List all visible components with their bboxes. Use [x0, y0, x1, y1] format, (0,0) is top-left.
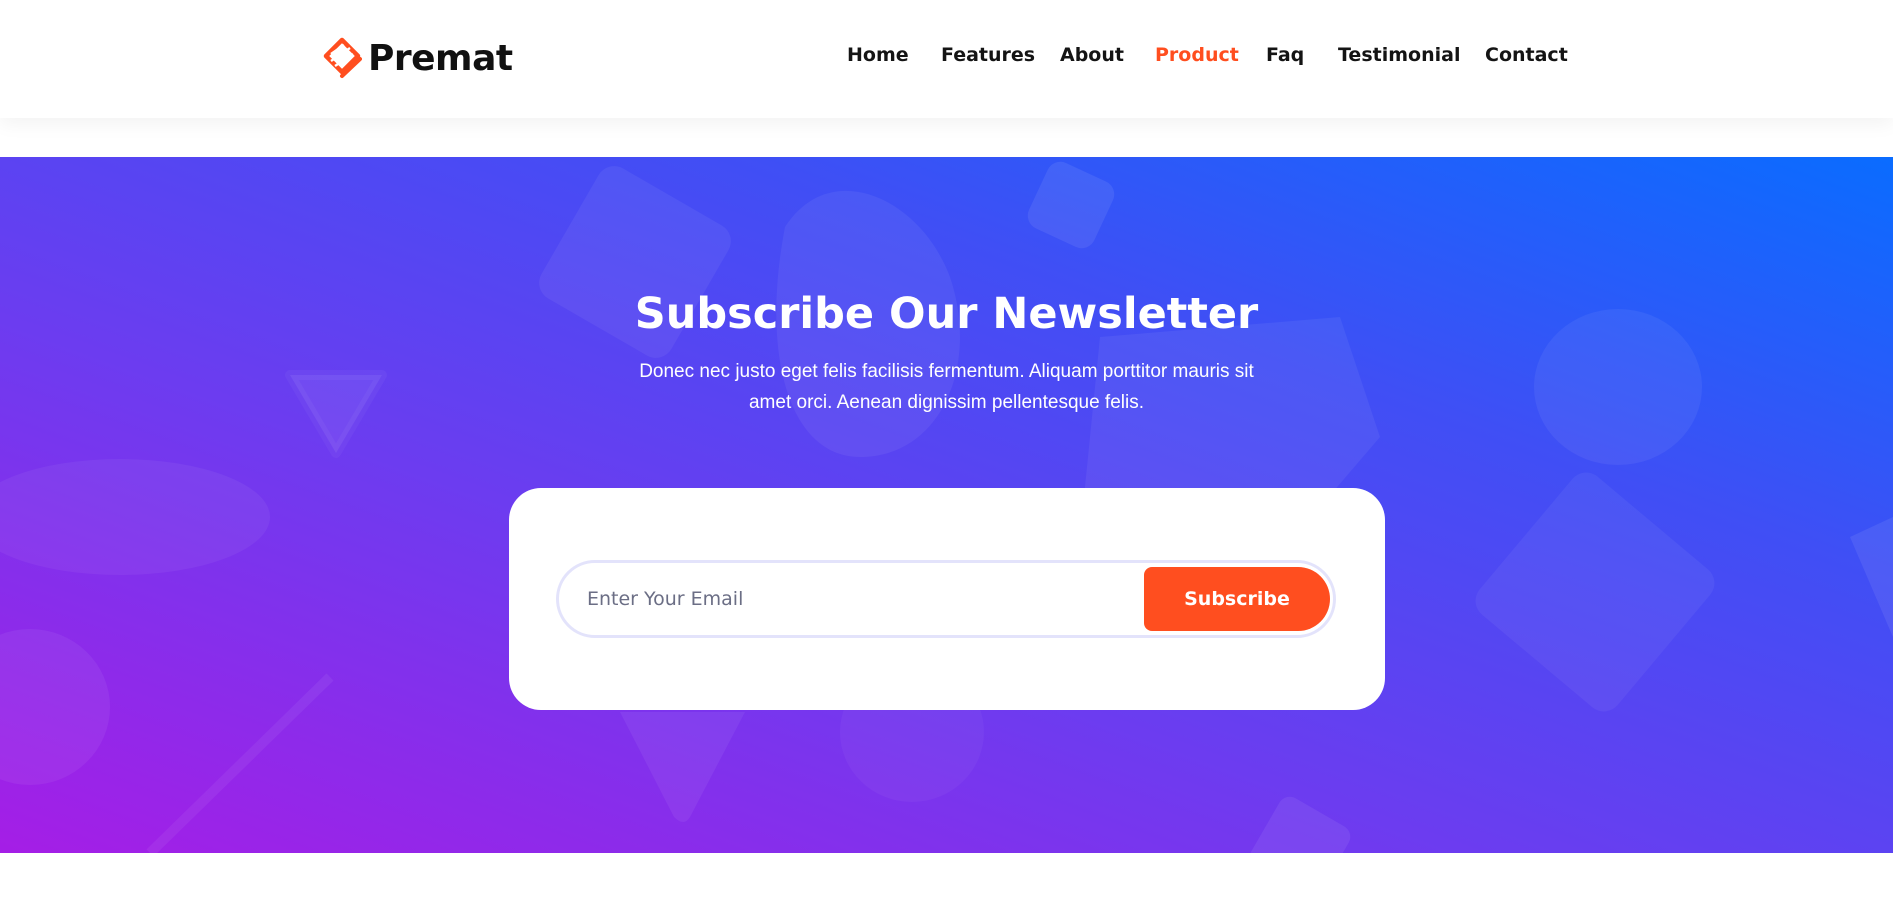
bg-shape-bottom-circle [0, 629, 110, 785]
bg-shape-small-square [1027, 161, 1115, 249]
nav-item-about[interactable]: About [1060, 44, 1124, 66]
nav-item-product[interactable]: Product [1155, 44, 1239, 66]
subscribe-button[interactable]: Subscribe [1144, 567, 1330, 631]
site-header: Premat Home Features About Product Faq T… [0, 0, 1893, 118]
nav-item-features[interactable]: Features [941, 44, 1035, 66]
nav-item-faq[interactable]: Faq [1266, 44, 1304, 66]
brand-logo[interactable]: Premat [322, 36, 513, 80]
bg-shape-diagonal [146, 673, 334, 853]
newsletter-title: Subscribe Our Newsletter [634, 289, 1259, 339]
nav-item-home[interactable]: Home [847, 44, 909, 66]
brand-name: Premat [368, 37, 513, 79]
newsletter-description: Donec nec justo eget felis facilisis fer… [639, 361, 1254, 413]
bg-shape-corner-square [1249, 796, 1351, 853]
email-input[interactable] [587, 563, 1107, 635]
bg-shape-bottom-triangle [620, 712, 745, 822]
email-form: Subscribe [556, 560, 1336, 638]
bg-shape-triangle [285, 370, 387, 458]
nav-item-testimonial[interactable]: Testimonial [1338, 44, 1460, 66]
nav-item-contact[interactable]: Contact [1485, 44, 1568, 66]
bg-shape-large-square [1475, 472, 1715, 712]
subscribe-card: Subscribe [509, 488, 1385, 710]
bg-shape-wide-ellipse [0, 459, 270, 575]
logo-icon [323, 37, 362, 78]
bg-shape-right-edge [1850, 517, 1893, 637]
newsletter-section: Subscribe Our Newsletter Donec nec justo… [0, 157, 1893, 853]
